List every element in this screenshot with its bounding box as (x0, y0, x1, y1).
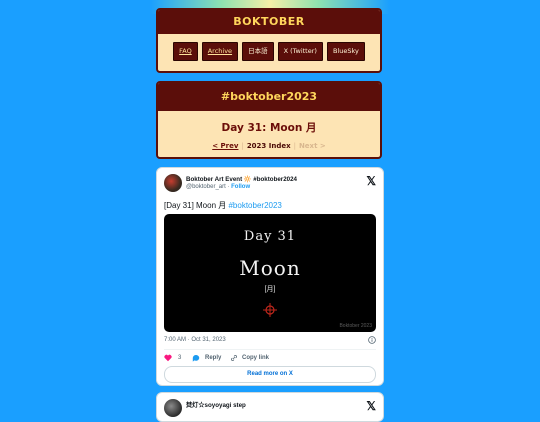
avatar[interactable] (164, 399, 182, 417)
embedded-tweet: Boktober Art Event 🔆 #boktober2024 @bokt… (156, 167, 384, 386)
event-day-panel: #boktober2023 Day 31: Moon 月 < Prev | 2023… (156, 81, 382, 159)
link-icon (231, 355, 237, 361)
like-count: 3 (178, 355, 182, 361)
site-title: BOKTOBER (158, 10, 380, 34)
day-title: Day 31: Moon 月 (221, 122, 317, 134)
reply-action[interactable]: Reply (192, 354, 221, 362)
site-header-panel: BOKTOBER FAQ Archive 日本語 X (Twitter) Blu… (156, 8, 382, 73)
x-logo-icon[interactable]: 𝕏 (366, 174, 376, 188)
nav-bar: FAQ Archive 日本語 X (Twitter) BlueSky (158, 34, 380, 61)
reply-bubble-icon (192, 355, 200, 362)
tweet-text: [Day 31] Moon 月 #boktober2023 (164, 200, 282, 211)
event-hashtag-title: #boktober2023 (158, 83, 380, 111)
tweet-hashtag-link[interactable]: #boktober2023 (228, 201, 281, 210)
tweet-media-image[interactable]: Day 31 Moon [月] Boktober 2023 (164, 214, 376, 332)
tweet-display-name[interactable]: Boktober Art Event 🔆 #boktober2024 (186, 175, 297, 183)
avatar[interactable] (164, 174, 182, 192)
tweet-timestamp[interactable]: 7:00 AM · Oct 31, 2023 (164, 337, 226, 343)
media-credit: Boktober 2023 (339, 323, 372, 329)
copy-link-action[interactable]: Copy link (230, 354, 269, 362)
follow-link[interactable]: Follow (231, 184, 250, 190)
media-kanji-text: [月] (264, 286, 276, 293)
index-link[interactable]: 2023 Index (244, 142, 294, 150)
nav-faq-button[interactable]: FAQ (173, 42, 198, 61)
like-action[interactable]: 3 (164, 354, 181, 362)
nav-x-twitter-button[interactable]: X (Twitter) (277, 42, 323, 61)
media-moon-text: Moon (239, 256, 301, 280)
media-day-text: Day 31 (243, 229, 297, 244)
copy-link-label: Copy link (242, 355, 270, 361)
tweet-header: 焚灯☆soyoyagi step 𝕏 (164, 399, 376, 419)
tweet-handle-line: @boktober_art · Follow (186, 184, 251, 190)
prev-link[interactable]: < Prev (209, 142, 241, 150)
x-logo-icon[interactable]: 𝕏 (366, 399, 376, 413)
tweet-text-body: [Day 31] Moon 月 (164, 201, 229, 210)
nav-japanese-button[interactable]: 日本語 (242, 42, 274, 61)
nav-bluesky-button[interactable]: BlueSky (326, 42, 365, 61)
tweet-divider (164, 349, 376, 350)
reply-label: Reply (205, 355, 222, 361)
next-link-disabled: Next > (298, 142, 326, 150)
tweet-handle[interactable]: @boktober_art (186, 184, 226, 190)
crosshair-emblem-icon (263, 303, 277, 317)
info-icon[interactable] (368, 336, 376, 344)
tweet-header: Boktober Art Event 🔆 #boktober2024 @bokt… (164, 174, 376, 194)
embedded-tweet-next: 焚灯☆soyoyagi step 𝕏 (156, 392, 384, 422)
nav-archive-button[interactable]: Archive (201, 42, 239, 61)
read-more-button[interactable]: Read more on X (164, 366, 376, 383)
heart-icon (164, 354, 172, 362)
day-pager: < Prev | 2023 Index | Next > (158, 142, 380, 150)
